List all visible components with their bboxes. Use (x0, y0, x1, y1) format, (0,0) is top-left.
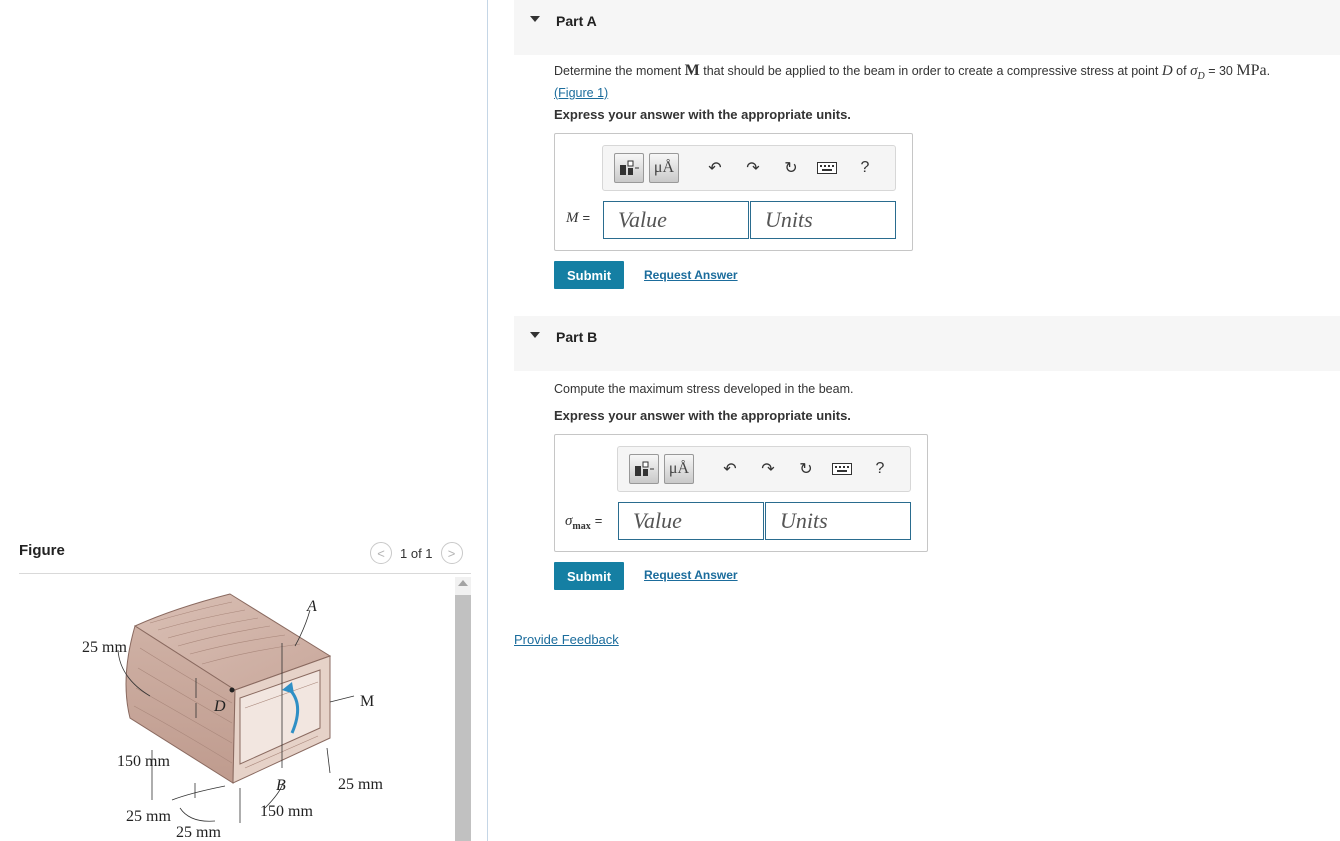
mu-angstrom-icon: μÅ (668, 460, 690, 477)
part-a-units-input[interactable]: Units (750, 201, 896, 239)
templates-button[interactable] (629, 454, 659, 484)
dim-bottom-width: 150 mm (260, 803, 313, 820)
app-root: Figure < 1 of 1 > 25 mm 150 mm 25 mm 25 … (0, 0, 1340, 841)
part-b-units-input[interactable]: Units (765, 502, 911, 540)
redo-icon[interactable]: ↷ (756, 457, 780, 481)
reset-icon[interactable]: ↻ (794, 457, 818, 481)
part-a-value-input[interactable]: Value (603, 201, 749, 239)
question-pane: Part A Determine the moment M that shoul… (488, 0, 1340, 841)
part-b-header[interactable]: Part B (514, 316, 1340, 371)
keyboard-icon[interactable] (815, 156, 839, 180)
part-a-toolbar: μÅ ↶ ↷ ↻ ? (602, 145, 896, 191)
part-b-question: Compute the maximum stress developed in … (554, 382, 854, 396)
undo-icon[interactable]: ↶ (718, 457, 742, 481)
part-a-header[interactable]: Part A (514, 0, 1340, 55)
templates-icon (635, 461, 654, 476)
reset-icon[interactable]: ↻ (779, 156, 803, 180)
figure-divider (19, 573, 471, 574)
part-b-variable-label: σmax = (565, 513, 603, 532)
scroll-up-arrow-icon[interactable] (458, 580, 468, 586)
templates-button[interactable] (614, 153, 644, 183)
prev-figure-button[interactable]: < (370, 542, 392, 564)
units-mu-button[interactable]: μÅ (649, 153, 679, 183)
dim-right-thickness: 25 mm (338, 776, 383, 793)
dim-bottom-mid: 25 mm (176, 824, 221, 841)
figure-1-link[interactable]: (Figure 1) (554, 86, 608, 100)
part-b-instruction: Express your answer with the appropriate… (554, 408, 851, 423)
moment-label: M (360, 693, 374, 710)
part-b-title: Part B (556, 329, 598, 345)
figure-pager: < 1 of 1 > (370, 542, 463, 564)
scroll-thumb[interactable] (455, 595, 471, 841)
help-icon[interactable]: ? (853, 156, 877, 180)
mu-angstrom-icon: μÅ (653, 159, 675, 176)
part-a-submit-button[interactable]: Submit (554, 261, 624, 289)
part-a-answer-box: μÅ ↶ ↷ ↻ ? M = Value Units (554, 133, 913, 251)
point-a-label: A (306, 598, 317, 615)
help-icon[interactable]: ? (868, 457, 892, 481)
part-a-request-answer-link[interactable]: Request Answer (644, 268, 738, 282)
dim-bottom-left: 25 mm (126, 808, 171, 825)
part-b-submit-button[interactable]: Submit (554, 562, 624, 590)
collapse-triangle-icon[interactable] (530, 332, 540, 338)
next-figure-button[interactable]: > (440, 542, 463, 564)
point-b-label: B (276, 777, 286, 794)
keyboard-icon[interactable] (830, 457, 854, 481)
collapse-triangle-icon[interactable] (530, 16, 540, 22)
units-mu-button[interactable]: μÅ (664, 454, 694, 484)
part-b-toolbar: μÅ ↶ ↷ ↻ ? (617, 446, 911, 492)
undo-icon[interactable]: ↶ (703, 156, 727, 180)
figure-pane: Figure < 1 of 1 > 25 mm 150 mm 25 mm 25 … (0, 0, 487, 841)
templates-icon (620, 160, 639, 175)
part-b-value-input[interactable]: Value (618, 502, 764, 540)
part-b-answer-box: μÅ ↶ ↷ ↻ ? σmax = Value Units (554, 434, 928, 552)
dim-top-thickness: 25 mm (82, 639, 127, 656)
part-a-instruction: Express your answer with the appropriate… (554, 107, 851, 122)
redo-icon[interactable]: ↷ (741, 156, 765, 180)
part-a-title: Part A (556, 13, 597, 29)
figure-title: Figure (19, 542, 65, 559)
point-d-label: D (213, 698, 226, 715)
dim-left-height: 150 mm (117, 753, 170, 770)
provide-feedback-link[interactable]: Provide Feedback (514, 632, 619, 647)
part-a-variable-label: M = (566, 210, 591, 226)
figure-scrollbar[interactable] (455, 577, 471, 841)
beam-figure: 25 mm 150 mm 25 mm 25 mm 150 mm 25 mm M … (82, 593, 383, 841)
part-a-question: Determine the moment M that should be ap… (554, 62, 1271, 101)
part-b-request-answer-link[interactable]: Request Answer (644, 568, 738, 582)
figure-page-count: 1 of 1 (400, 545, 433, 561)
